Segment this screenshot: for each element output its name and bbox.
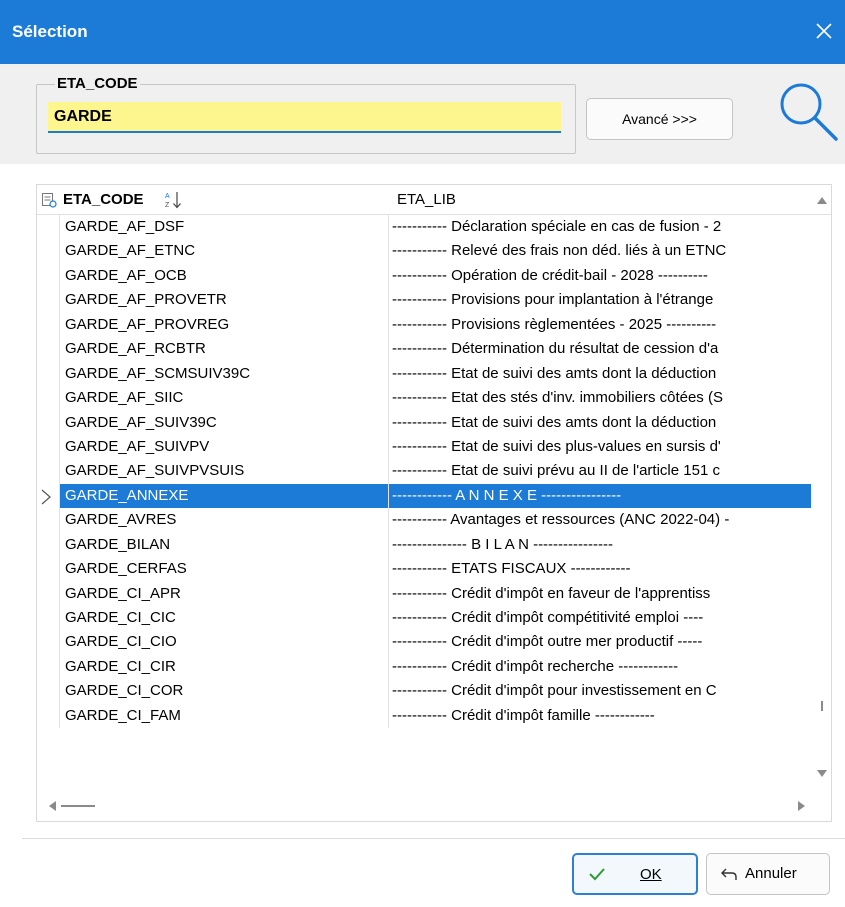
cell-eta-code: GARDE_AF_PROVETR: [59, 288, 389, 313]
filter-legend: ETA_CODE: [55, 75, 140, 92]
table-row[interactable]: GARDE_AF_PROVETR ----------- Provisions p…: [37, 288, 811, 313]
table-row[interactable]: GARDE_AF_SUIVPVSUIS ----------- Etat de s…: [37, 459, 811, 484]
table-row[interactable]: GARDE_CI_FAM ----------- Crédit d'impôt f…: [37, 703, 811, 729]
cell-eta-code: GARDE_AF_PROVREG: [59, 312, 389, 338]
vertical-scroll-thumb[interactable]: [821, 701, 823, 711]
results-grid: ETA_CODE A Z ETA_LIB GARDE_AF_DSF -------…: [36, 184, 832, 822]
check-icon: [589, 868, 605, 881]
vertical-scrollbar[interactable]: [813, 185, 831, 789]
undo-arrow-icon: [721, 868, 737, 880]
cell-eta-code: GARDE_AF_RCBTR: [59, 337, 389, 362]
cell-eta-lib: ----------- Avantages et ressources (ANC…: [392, 511, 730, 529]
ok-button-label: OK: [640, 866, 662, 883]
cell-eta-code: GARDE_AF_SIIC: [59, 386, 389, 411]
table-row[interactable]: GARDE_CI_CIC ----------- Crédit d'impôt c…: [37, 606, 811, 631]
sort-ascending-icon[interactable]: A Z: [165, 190, 183, 210]
scroll-right-icon[interactable]: [797, 800, 807, 812]
table-row[interactable]: GARDE_AF_OCB ----------- Opération de cré…: [37, 263, 811, 289]
window-title: Sélection: [12, 22, 88, 41]
cell-eta-code: GARDE_CI_CIC: [59, 606, 389, 631]
cell-eta-code: GARDE_BILAN: [59, 532, 389, 558]
cell-eta-code: GARDE_AF_OCB: [59, 263, 389, 289]
table-row[interactable]: GARDE_AVRES ----------- Avantages et ress…: [37, 508, 811, 533]
horizontal-scroll-thumb[interactable]: [61, 805, 95, 807]
cell-eta-code: GARDE_CI_CIR: [59, 654, 389, 680]
ok-button[interactable]: OK: [572, 853, 698, 895]
cell-eta-code: GARDE_CI_CIO: [59, 630, 389, 655]
filter-panel: ETA_CODE Avancé >>>: [0, 64, 845, 164]
cell-eta-lib: ----------- Etat de suivi des amts dont …: [392, 364, 717, 382]
table-row[interactable]: GARDE_CI_CIO ----------- Crédit d'impôt o…: [37, 630, 811, 655]
cell-eta-lib: ----------- Opération de crédit-bail - 2…: [392, 266, 708, 284]
table-row[interactable]: GARDE_AF_SCMSUIV39C ----------- Etat de s…: [37, 361, 811, 387]
cell-eta-lib: ----------- ETATS FISCAUX ------------: [392, 560, 631, 578]
cell-eta-code: GARDE_CI_COR: [59, 679, 389, 704]
svg-text:Z: Z: [165, 202, 170, 209]
cell-eta-code: GARDE_CERFAS: [59, 557, 389, 582]
cancel-button[interactable]: Annuler: [706, 853, 830, 895]
cell-eta-lib: ----------- Crédit d'impôt en faveur de …: [392, 584, 711, 602]
cell-eta-lib: ----------- Etat de suivi prévu au II de…: [392, 462, 720, 480]
close-icon[interactable]: [807, 14, 841, 48]
table-row[interactable]: GARDE_CERFAS ----------- ETATS FISCAUX --…: [37, 557, 811, 582]
cell-eta-code: GARDE_AF_SCMSUIV39C: [59, 361, 389, 387]
cell-eta-lib: ----------- Provisions règlementées - 20…: [392, 315, 717, 333]
table-row-selected[interactable]: GARDE_ANNEXE ------------ A N N E X E ---…: [37, 483, 811, 509]
cell-eta-code: GARDE_AF_SUIV39C: [59, 410, 389, 435]
column-header-eta-code[interactable]: ETA_CODE: [63, 191, 144, 208]
grid-rows: GARDE_AF_DSF ----------- Déclaration spéc…: [37, 215, 811, 729]
cell-eta-lib: ------------ A N N E X E ---------------…: [389, 483, 811, 509]
eta-code-input[interactable]: [48, 102, 561, 133]
table-row[interactable]: GARDE_AF_PROVREG ----------- Provisions r…: [37, 312, 811, 338]
cell-eta-lib: ----------- Etat de suivi des amts dont …: [392, 413, 717, 431]
cell-eta-lib: ----------- Crédit d'impôt compétitivité…: [392, 609, 704, 626]
cell-eta-lib: ----------- Détermination du résultat de…: [392, 340, 719, 358]
grid-header: ETA_CODE A Z ETA_LIB: [37, 185, 831, 215]
cell-eta-lib: ----------- Déclaration spéciale en cas …: [392, 218, 722, 235]
cell-eta-code: GARDE_AF_DSF: [59, 215, 389, 240]
cell-eta-code: GARDE_AF_SUIVPV: [59, 434, 389, 460]
cell-eta-code: GARDE_AF_SUIVPVSUIS: [59, 459, 389, 484]
table-row[interactable]: GARDE_AF_ETNC ----------- Relevé des frai…: [37, 239, 811, 264]
cell-eta-code: GARDE_CI_FAM: [59, 703, 389, 729]
table-row[interactable]: GARDE_CI_APR ----------- Crédit d'impôt e…: [37, 581, 811, 606]
cell-eta-code: GARDE_ANNEXE: [59, 483, 389, 509]
table-row[interactable]: GARDE_AF_SIIC ----------- Etat des stés d…: [37, 386, 811, 411]
table-row[interactable]: GARDE_CI_COR ----------- Crédit d'impôt p…: [37, 679, 811, 704]
current-row-pointer-icon: [41, 489, 51, 505]
scroll-down-icon[interactable]: [816, 769, 828, 779]
footer-divider: [22, 838, 845, 839]
column-header-eta-lib[interactable]: ETA_LIB: [397, 191, 456, 208]
cell-eta-lib: ----------- Provisions pour implantation…: [392, 291, 714, 309]
cell-eta-lib: --------------- B I L A N --------------…: [392, 535, 613, 553]
cell-eta-code: GARDE_AF_ETNC: [59, 239, 389, 264]
table-row[interactable]: GARDE_BILAN --------------- B I L A N ---…: [37, 532, 811, 558]
scroll-up-icon[interactable]: [816, 195, 828, 205]
cell-eta-lib: ----------- Relevé des frais non déd. li…: [392, 242, 727, 260]
cell-eta-lib: ----------- Etat des stés d'inv. immobil…: [392, 389, 723, 407]
cell-eta-lib: ----------- Crédit d'impôt outre mer pro…: [392, 633, 703, 651]
cell-eta-code: GARDE_AVRES: [59, 508, 389, 533]
table-settings-icon[interactable]: [41, 192, 57, 208]
cell-eta-code: GARDE_CI_APR: [59, 581, 389, 606]
advanced-button[interactable]: Avancé >>>: [586, 98, 733, 140]
cell-eta-lib: ----------- Crédit d'impôt pour investis…: [392, 682, 717, 700]
table-row[interactable]: GARDE_AF_SUIV39C ----------- Etat de suiv…: [37, 410, 811, 435]
filter-groupbox: ETA_CODE: [36, 75, 576, 154]
table-row[interactable]: GARDE_AF_DSF ----------- Déclaration spéc…: [37, 215, 811, 240]
cell-eta-lib: ----------- Etat de suivi des plus-value…: [392, 437, 721, 455]
scroll-left-icon[interactable]: [47, 800, 57, 812]
table-row[interactable]: GARDE_AF_SUIVPV ----------- Etat de suivi…: [37, 434, 811, 460]
cancel-button-label: Annuler: [745, 865, 797, 882]
table-row[interactable]: GARDE_AF_RCBTR ----------- Détermination …: [37, 337, 811, 362]
svg-text:A: A: [165, 193, 170, 200]
search-icon[interactable]: [775, 78, 841, 144]
title-bar: Sélection: [0, 0, 845, 64]
table-row[interactable]: GARDE_CI_CIR ----------- Crédit d'impôt r…: [37, 654, 811, 680]
cell-eta-lib: ----------- Crédit d'impôt recherche ---…: [392, 657, 679, 675]
cell-eta-lib: ----------- Crédit d'impôt famille -----…: [392, 706, 655, 724]
horizontal-scrollbar[interactable]: [37, 789, 831, 821]
